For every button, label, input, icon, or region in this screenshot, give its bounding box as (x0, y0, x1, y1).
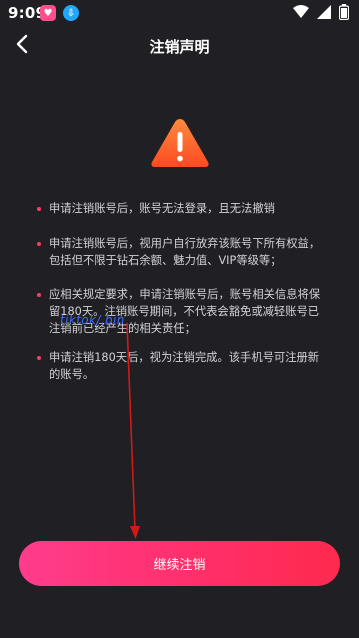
notice-item: 应相关规定要求，申请注销账号后，账号相关信息将保留180天。注销账号期间，不代表… (37, 286, 327, 337)
page-title: 注销声明 (149, 38, 210, 56)
notice-text: 应相关规定要求，申请注销账号后，账号相关信息将保留180天。注销账号期间，不代表… (49, 288, 321, 335)
notice-text: 申请注销180天后，视为注销完成。该手机号可注册新的账号。 (49, 351, 320, 381)
notice-text: 申请注销账号后，视用户自行放弃该账号下所有权益，包括但不限于钻石余额、魅力值、V… (49, 237, 321, 267)
nav-bar: 注销声明 (0, 26, 359, 66)
download-app-icon: ⇩ (63, 5, 79, 21)
heart-app-icon: ♥ (40, 5, 56, 21)
watermark-overlay-text: tiktok/.bin (60, 313, 125, 327)
bullet-icon (37, 207, 41, 211)
warning-triangle-icon (150, 116, 210, 170)
status-bar: 9:09 ♥ ⇩ (0, 0, 359, 26)
signal-icon (317, 5, 331, 19)
wifi-icon (293, 5, 309, 19)
bullet-icon (37, 356, 41, 360)
continue-cancel-button[interactable]: 继续注销 (19, 541, 340, 586)
bullet-icon (37, 242, 41, 246)
notice-text: 申请注销账号后，账号无法登录，且无法撤销 (49, 202, 275, 215)
status-indicators (293, 4, 349, 20)
notice-item: 申请注销180天后，视为注销完成。该手机号可注册新的账号。 (37, 349, 327, 383)
notice-item: 申请注销账号后，视用户自行放弃该账号下所有权益，包括但不限于钻石余额、魅力值、V… (37, 235, 327, 269)
battery-icon (339, 4, 349, 20)
notice-item: 申请注销账号后，账号无法登录，且无法撤销 (37, 200, 327, 217)
bullet-icon (37, 293, 41, 297)
